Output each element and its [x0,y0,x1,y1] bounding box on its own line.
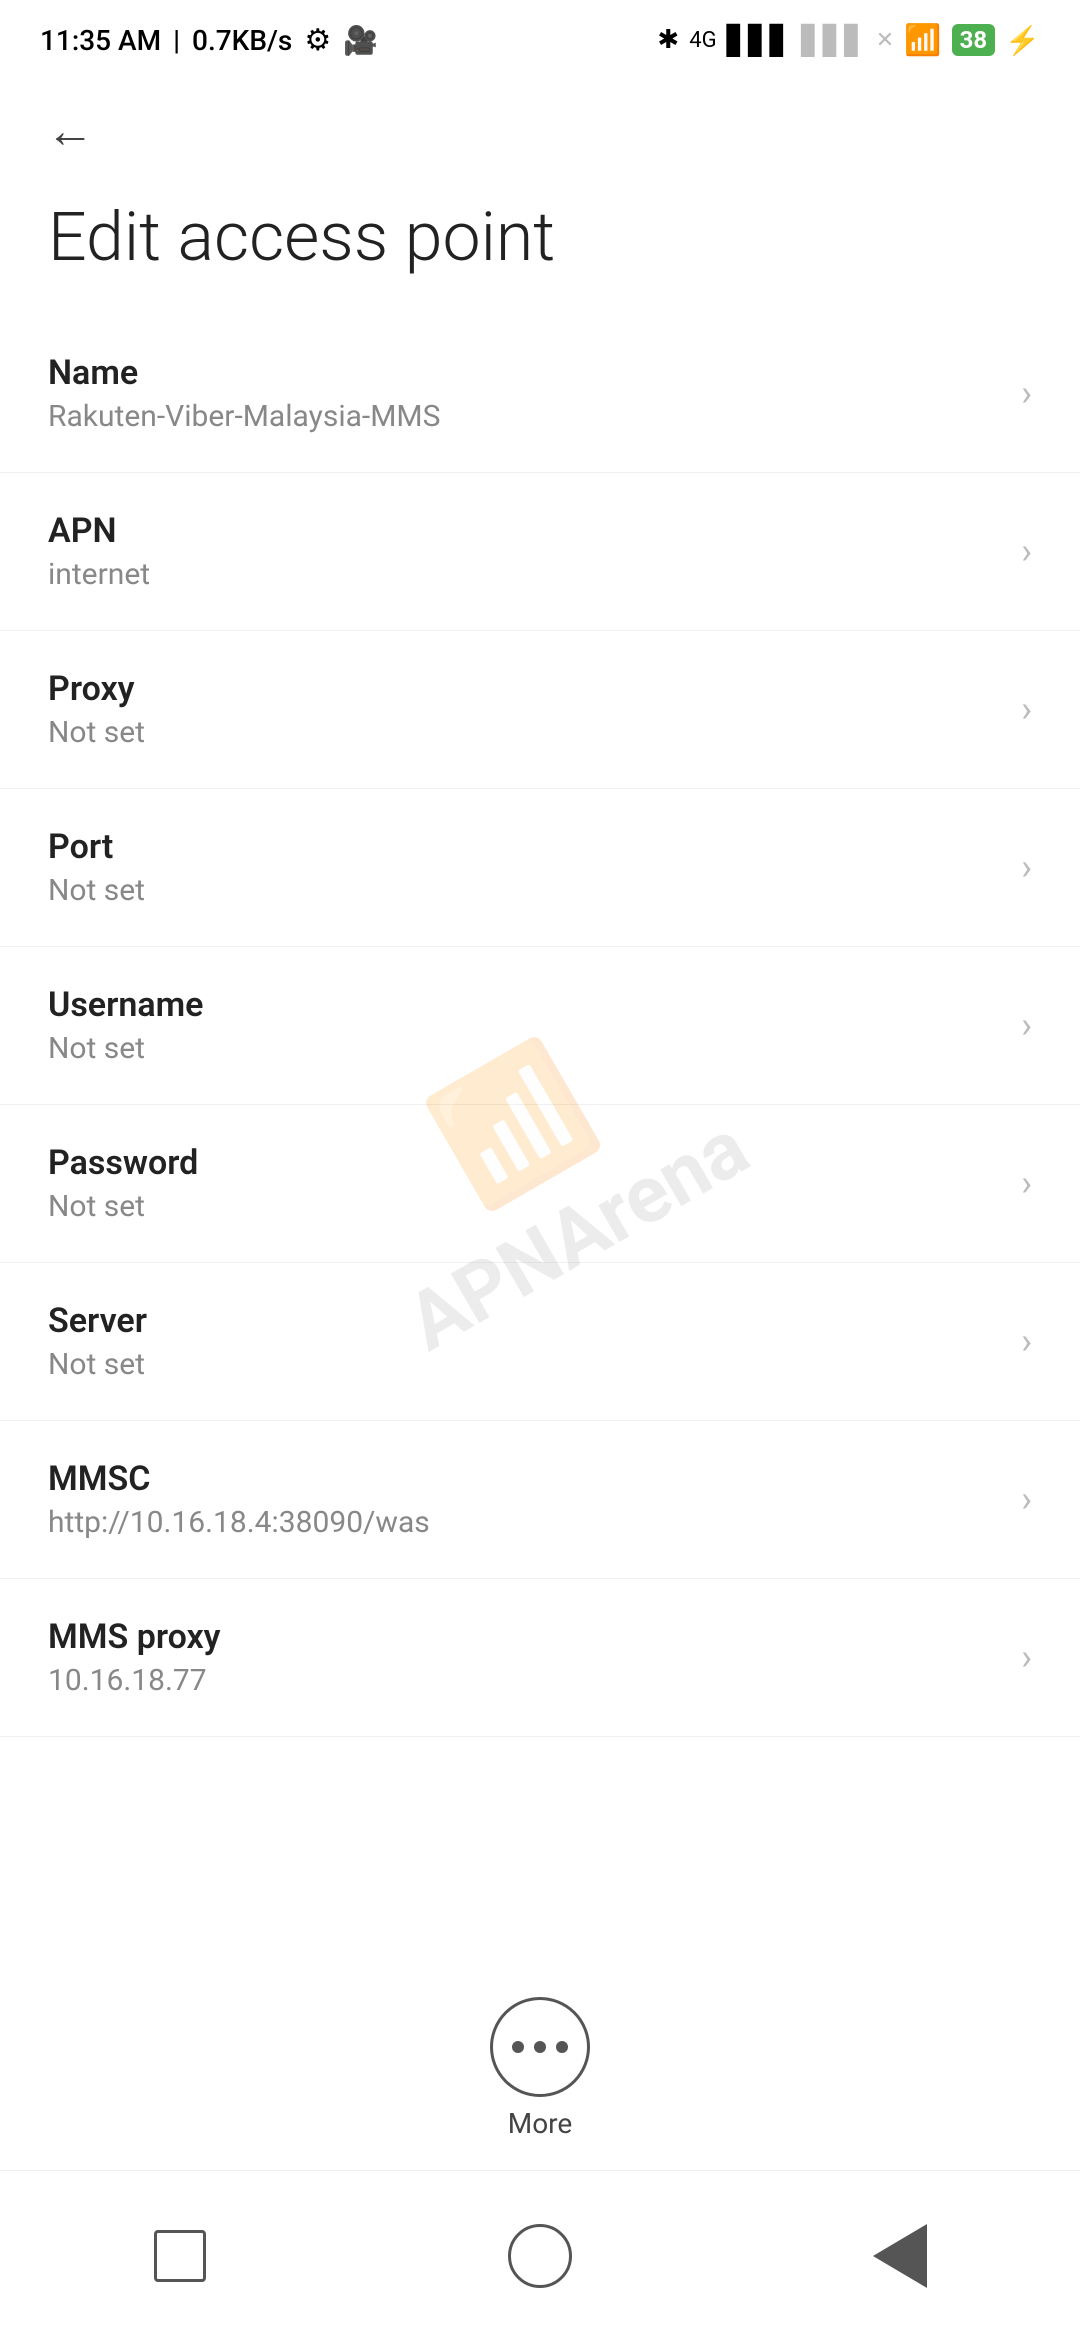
chevron-right-icon: › [1021,1162,1032,1204]
settings-item-value-password: Not set [48,1189,1001,1224]
settings-item-value-proxy: Not set [48,715,1001,750]
settings-item-value-port: Not set [48,873,1001,908]
settings-item-content-password: Password Not set [48,1143,1001,1224]
bolt-icon: ⚡ [1005,24,1040,57]
settings-item-value-mmsc: http://10.16.18.4:38090/was [48,1505,1001,1540]
settings-item-value-name: Rakuten-Viber-Malaysia-MMS [48,399,1001,434]
chevron-right-icon: › [1021,530,1032,572]
more-circle-icon [490,1997,590,2097]
settings-item-content-port: Port Not set [48,827,1001,908]
settings-item-mms-proxy[interactable]: MMS proxy 10.16.18.77 › [0,1579,1080,1737]
signal-bars2-icon: ▋▋▋ [801,24,866,57]
nav-back-button[interactable] [860,2216,940,2296]
chevron-right-icon: › [1021,1636,1032,1678]
settings-item-content-mmsc: MMSC http://10.16.18.4:38090/was [48,1459,1001,1540]
settings-item-content-apn: APN internet [48,511,1001,592]
nav-bar [0,2170,1080,2340]
chevron-right-icon: › [1021,688,1032,730]
settings-item-title-username: Username [48,985,1001,1025]
signal-4g-icon: 4G [689,28,716,53]
camera-icon: 🎥 [343,24,378,57]
back-button[interactable]: ← [40,100,100,160]
nav-recents-icon [154,2230,206,2282]
settings-item-port[interactable]: Port Not set › [0,789,1080,947]
settings-item-title-server: Server [48,1301,1001,1341]
more-label: More [508,2107,573,2140]
bluetooth-icon: ✱ [657,25,679,55]
back-arrow-icon: ← [46,102,94,159]
status-speed: 0.7KB/s [192,24,292,57]
nav-back-icon [873,2224,927,2288]
toolbar: ← [0,80,1080,180]
settings-item-value-mms-proxy: 10.16.18.77 [48,1663,1001,1698]
page-title: Edit access point [0,180,1080,315]
settings-item-title-mms-proxy: MMS proxy [48,1617,1001,1657]
settings-item-content-username: Username Not set [48,985,1001,1066]
settings-item-value-username: Not set [48,1031,1001,1066]
settings-item-content-mms-proxy: MMS proxy 10.16.18.77 [48,1617,1001,1698]
settings-item-title-port: Port [48,827,1001,867]
chevron-right-icon: › [1021,1320,1032,1362]
wifi-icon: 📶 [904,23,941,58]
settings-item-content-server: Server Not set [48,1301,1001,1382]
chevron-right-icon: › [1021,1004,1032,1046]
settings-item-title-password: Password [48,1143,1001,1183]
nav-home-button[interactable] [500,2216,580,2296]
status-bar: 11:35 AM | 0.7KB/s ⚙ 🎥 ✱ 4G ▋▋▋ ▋▋▋ ✕ 📶 … [0,0,1080,80]
chevron-right-icon: › [1021,1478,1032,1520]
settings-icon: ⚙ [304,23,331,58]
settings-item-proxy[interactable]: Proxy Not set › [0,631,1080,789]
settings-item-title-mmsc: MMSC [48,1459,1001,1499]
settings-item-value-apn: internet [48,557,1001,592]
more-dots-icon [512,2041,568,2053]
more-button[interactable]: More [490,1997,590,2140]
status-right: ✱ 4G ▋▋▋ ▋▋▋ ✕ 📶 38 ⚡ [657,23,1040,58]
status-time: 11:35 AM [40,24,161,57]
status-separator: | [173,24,180,57]
signal-x-icon: ✕ [876,28,894,53]
settings-item-password[interactable]: Password Not set › [0,1105,1080,1263]
settings-item-value-server: Not set [48,1347,1001,1382]
settings-item-server[interactable]: Server Not set › [0,1263,1080,1421]
settings-list: Name Rakuten-Viber-Malaysia-MMS › APN in… [0,315,1080,1737]
signal-bars-icon: ▋▋▋ [727,24,792,57]
settings-item-apn[interactable]: APN internet › [0,473,1080,631]
settings-item-mmsc[interactable]: MMSC http://10.16.18.4:38090/was › [0,1421,1080,1579]
settings-item-name[interactable]: Name Rakuten-Viber-Malaysia-MMS › [0,315,1080,473]
nav-recents-button[interactable] [140,2216,220,2296]
settings-item-content-name: Name Rakuten-Viber-Malaysia-MMS [48,353,1001,434]
battery-indicator: 38 [952,24,996,56]
chevron-right-icon: › [1021,372,1032,414]
status-left: 11:35 AM | 0.7KB/s ⚙ 🎥 [40,23,378,58]
chevron-right-icon: › [1021,846,1032,888]
settings-item-username[interactable]: Username Not set › [0,947,1080,1105]
settings-item-title-proxy: Proxy [48,669,1001,709]
settings-item-title-apn: APN [48,511,1001,551]
nav-home-icon [508,2224,572,2288]
settings-item-title-name: Name [48,353,1001,393]
settings-item-content-proxy: Proxy Not set [48,669,1001,750]
